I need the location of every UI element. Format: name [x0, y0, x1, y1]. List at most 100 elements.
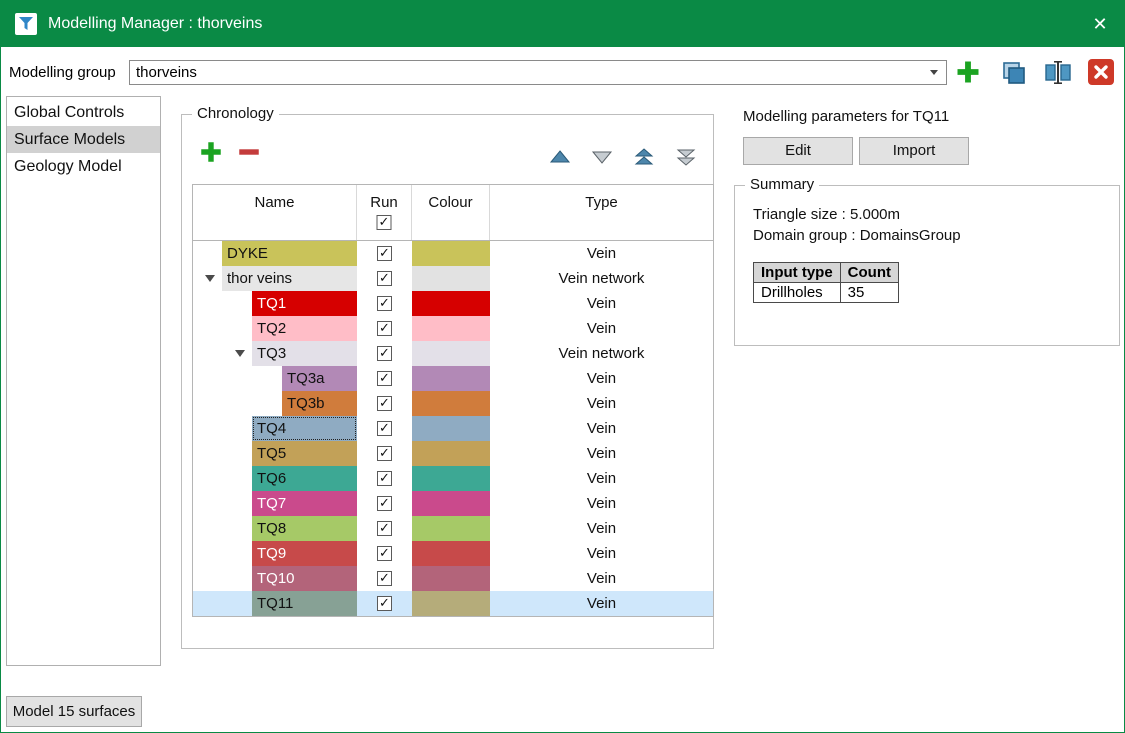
chronology-row-tq10[interactable]: TQ10 ✓ Vein — [193, 566, 713, 591]
row-name-cell[interactable]: TQ11 — [252, 591, 357, 616]
colour-swatch[interactable] — [412, 316, 490, 341]
colour-swatch[interactable] — [412, 541, 490, 566]
chronology-row-tq3a[interactable]: TQ3a ✓ Vein — [193, 366, 713, 391]
column-header-colour[interactable]: Colour — [412, 185, 490, 240]
close-button[interactable]: ✕ — [1076, 1, 1124, 47]
remove-surface-button[interactable] — [236, 139, 262, 170]
run-checkbox[interactable]: ✓ — [377, 296, 392, 311]
add-modelling-group-button[interactable] — [954, 58, 982, 91]
row-name-cell[interactable]: TQ4 — [252, 416, 357, 441]
expander-icon[interactable] — [235, 350, 245, 357]
copy-modelling-group-button[interactable] — [1001, 60, 1027, 91]
chronology-row-tq1[interactable]: TQ1 ✓ Vein — [193, 291, 713, 316]
colour-swatch[interactable] — [412, 441, 490, 466]
model-surfaces-button[interactable]: Model 15 surfaces — [6, 696, 142, 727]
run-checkbox[interactable]: ✓ — [377, 421, 392, 436]
run-cell: ✓ — [357, 316, 412, 341]
chronology-groupbox: Chronology Name Run ✓ Colour Type DYKE ✓… — [181, 104, 714, 649]
run-checkbox[interactable]: ✓ — [377, 396, 392, 411]
chronology-row-tq5[interactable]: TQ5 ✓ Vein — [193, 441, 713, 466]
run-cell: ✓ — [357, 566, 412, 591]
chronology-row-tq7[interactable]: TQ7 ✓ Vein — [193, 491, 713, 516]
chronology-row-tq6[interactable]: TQ6 ✓ Vein — [193, 466, 713, 491]
colour-swatch[interactable] — [412, 291, 490, 316]
chronology-row-tq3[interactable]: TQ3 ✓ Vein network — [193, 341, 713, 366]
run-checkbox[interactable]: ✓ — [377, 521, 392, 536]
colour-swatch[interactable] — [412, 341, 490, 366]
chevron-down-icon[interactable] — [930, 70, 938, 75]
row-name-cell[interactable]: TQ10 — [252, 566, 357, 591]
move-up-button[interactable] — [548, 148, 572, 166]
delete-x-icon — [1088, 59, 1114, 85]
column-header-name[interactable]: Name — [193, 185, 357, 240]
modelling-group-combobox[interactable]: thorveins — [129, 60, 947, 85]
chronology-table-body: DYKE ✓ Vein thor veins ✓ Vein network TQ1 ✓ Vein… — [193, 241, 713, 616]
edit-button[interactable]: Edit — [743, 137, 853, 165]
row-name-cell[interactable]: TQ1 — [252, 291, 357, 316]
run-checkbox[interactable]: ✓ — [377, 446, 392, 461]
chronology-row-tq11[interactable]: TQ11 ✓ Vein — [193, 591, 713, 616]
row-name-cell[interactable]: thor veins — [222, 266, 357, 291]
colour-swatch[interactable] — [412, 591, 490, 616]
run-checkbox[interactable]: ✓ — [377, 496, 392, 511]
run-checkbox[interactable]: ✓ — [377, 546, 392, 561]
move-down-button[interactable] — [590, 148, 614, 166]
run-checkbox[interactable]: ✓ — [377, 596, 392, 611]
colour-swatch[interactable] — [412, 491, 490, 516]
row-type-cell: Vein — [586, 370, 617, 387]
expander-icon[interactable] — [205, 275, 215, 282]
chronology-row-thor-veins[interactable]: thor veins ✓ Vein network — [193, 266, 713, 291]
chronology-row-tq8[interactable]: TQ8 ✓ Vein — [193, 516, 713, 541]
row-name-cell[interactable]: DYKE — [222, 241, 357, 266]
row-name-cell[interactable]: TQ5 — [252, 441, 357, 466]
sidebar-item-surface-models[interactable]: Surface Models — [7, 126, 160, 153]
colour-swatch[interactable] — [412, 566, 490, 591]
colour-swatch[interactable] — [412, 266, 490, 291]
run-checkbox[interactable]: ✓ — [377, 371, 392, 386]
rename-modelling-group-button[interactable] — [1044, 59, 1072, 91]
chronology-row-tq3b[interactable]: TQ3b ✓ Vein — [193, 391, 713, 416]
run-cell: ✓ — [357, 241, 412, 266]
run-checkbox[interactable]: ✓ — [377, 571, 392, 586]
chronology-row-tq2[interactable]: TQ2 ✓ Vein — [193, 316, 713, 341]
run-checkbox[interactable]: ✓ — [377, 271, 392, 286]
double-arrow-up-icon — [634, 148, 654, 165]
row-name-cell[interactable]: TQ2 — [252, 316, 357, 341]
colour-swatch[interactable] — [412, 466, 490, 491]
run-checkbox[interactable]: ✓ — [377, 471, 392, 486]
chronology-row-tq9[interactable]: TQ9 ✓ Vein — [193, 541, 713, 566]
row-name-cell[interactable]: TQ7 — [252, 491, 357, 516]
run-checkbox[interactable]: ✓ — [377, 321, 392, 336]
row-name-cell[interactable]: TQ3b — [282, 391, 357, 416]
column-header-run[interactable]: Run ✓ — [357, 185, 412, 240]
chronology-row-dyke[interactable]: DYKE ✓ Vein — [193, 241, 713, 266]
colour-swatch[interactable] — [412, 391, 490, 416]
minus-icon — [239, 149, 259, 155]
chronology-table: Name Run ✓ Colour Type DYKE ✓ Vein thor vei… — [192, 184, 714, 617]
run-all-checkbox[interactable]: ✓ — [376, 215, 392, 230]
row-name-cell[interactable]: TQ8 — [252, 516, 357, 541]
column-header-type[interactable]: Type — [490, 185, 713, 240]
sidebar-item-global-controls[interactable]: Global Controls — [7, 99, 160, 126]
row-name-cell[interactable]: TQ3a — [282, 366, 357, 391]
run-cell: ✓ — [357, 441, 412, 466]
sidebar-item-geology-model[interactable]: Geology Model — [7, 153, 160, 180]
row-name-cell[interactable]: TQ3 — [252, 341, 357, 366]
move-to-bottom-button[interactable] — [674, 148, 698, 166]
colour-swatch[interactable] — [412, 416, 490, 441]
run-checkbox[interactable]: ✓ — [377, 346, 392, 361]
delete-modelling-group-button[interactable] — [1087, 58, 1115, 91]
row-type-cell: Vein — [586, 445, 617, 462]
import-button[interactable]: Import — [859, 137, 969, 165]
colour-swatch[interactable] — [412, 366, 490, 391]
row-name-cell[interactable]: TQ6 — [252, 466, 357, 491]
row-type-cell: Vein — [586, 395, 617, 412]
app-icon — [15, 13, 37, 35]
chronology-row-tq4[interactable]: TQ4 ✓ Vein — [193, 416, 713, 441]
run-checkbox[interactable]: ✓ — [377, 246, 392, 261]
add-surface-button[interactable] — [198, 139, 224, 170]
row-name-cell[interactable]: TQ9 — [252, 541, 357, 566]
move-to-top-button[interactable] — [632, 148, 656, 166]
colour-swatch[interactable] — [412, 241, 490, 266]
colour-swatch[interactable] — [412, 516, 490, 541]
